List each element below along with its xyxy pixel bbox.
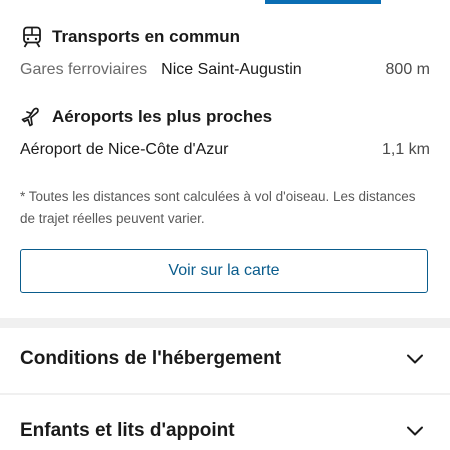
airport-name: Aéroport de Nice-Côte d'Azur	[20, 141, 229, 158]
airport-item: Aéroport de Nice-Côte d'Azur 1,1 km	[20, 141, 430, 159]
train-icon	[20, 25, 44, 49]
airport-distance: 1,1 km	[381, 141, 430, 158]
airplane-icon	[20, 105, 44, 129]
accordion-title-children-beds: Enfants et lits d'appoint	[20, 420, 235, 441]
transport-name: Nice Saint-Augustin	[161, 61, 302, 78]
accordion-children-beds[interactable]: Enfants et lits d'appoint	[0, 399, 450, 450]
transports-heading-label: Transports en commun	[52, 27, 240, 46]
accordion-conditions[interactable]: Conditions de l'hébergement	[0, 327, 450, 391]
airports-heading-label: Aéroports les plus proches	[52, 107, 273, 126]
active-tab-indicator	[265, 0, 381, 4]
distance-note: * Toutes les distances sont calculées à …	[20, 189, 416, 226]
airports-heading: Aéroports les plus proches	[20, 105, 272, 129]
property-location-panel: Transports en commun Gares ferroviaires …	[0, 0, 450, 450]
chevron-down-icon	[404, 420, 426, 442]
transport-distance: 800 m	[385, 61, 430, 78]
accordion-divider	[0, 393, 450, 395]
view-on-map-button[interactable]: Voir sur la carte	[20, 249, 428, 293]
transports-heading: Transports en commun	[20, 25, 240, 49]
chevron-down-icon	[404, 348, 426, 370]
transport-item-train-station: Gares ferroviaires Nice Saint-Augustin 8…	[20, 61, 430, 79]
accordion-title-conditions: Conditions de l'hébergement	[20, 348, 282, 369]
transport-category: Gares ferroviaires	[20, 61, 148, 78]
